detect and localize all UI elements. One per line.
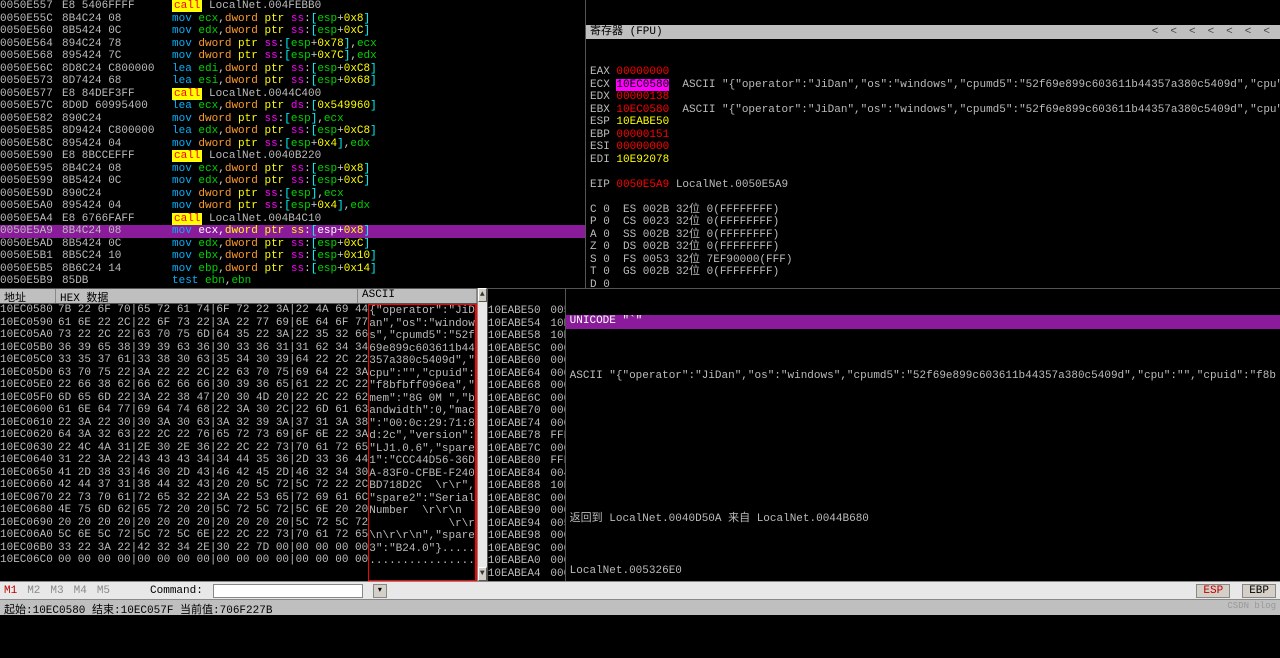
stack-row[interactable]: 10EABE6C 00000000 <box>488 393 565 406</box>
stack-row[interactable]: 10EABE70 00000040 <box>488 405 565 418</box>
chevron-left-icon[interactable]: < <box>1152 26 1159 39</box>
stack-row[interactable]: 10EABE9C 0000020C <box>488 543 565 556</box>
registers-header: 寄存器 (FPU) < < < < < < < <box>586 25 1280 39</box>
disasm-row[interactable]: 0050E56C8D8C24 C800000lea edi,dword ptr … <box>0 63 585 76</box>
stack-row[interactable]: 10EABE64 00000000 <box>488 368 565 381</box>
disasm-info: ss:[10EABE58]=10EC0580, (ASCII "{"operat… <box>0 288 585 289</box>
scroll-up-icon[interactable]: ▲ <box>478 288 487 302</box>
stack-row[interactable]: 10EABEA4 00000000 <box>488 568 565 581</box>
dump-row[interactable]: 10EC05C0 33 35 37 61|33 38 30 63|35 34 3… <box>0 354 368 367</box>
disasm-row[interactable]: 0050E564894C24 78mov dword ptr ss:[esp+0… <box>0 38 585 51</box>
disasm-row[interactable]: 0050E5998B5424 0Cmov edx,dword ptr ss:[e… <box>0 175 585 188</box>
dump-row[interactable]: 10EC0640 31 22 3A 22|43 43 43 34|34 44 3… <box>0 454 368 467</box>
disasm-row[interactable]: 0050E5608B5424 0Cmov edx,dword ptr ss:[e… <box>0 25 585 38</box>
disasm-row[interactable]: 0050E5A4E8 6766FAFFcall LocalNet.004B4C1… <box>0 213 585 226</box>
dump-row[interactable]: 10EC0630 22 4C 4A 31|2E 30 2E 36|22 2C 2… <box>0 442 368 455</box>
disasm-row[interactable]: 0050E557E8 5406FFFFcall LocalNet.004FEBB… <box>0 0 585 13</box>
scrollbar-vertical[interactable]: ▲ ▼ <box>477 288 487 581</box>
stack-row[interactable]: 10EABE58 10EC0580 <box>488 330 565 343</box>
dump-row[interactable]: 10EC0650 41 2D 38 33|46 30 2D 43|46 42 4… <box>0 467 368 480</box>
disasm-row[interactable]: 0050E58C895424 04mov dword ptr ss:[esp+0… <box>0 138 585 151</box>
comments-pane[interactable]: UNICODE "`" ASCII "{"operator":"JiDan","… <box>565 288 1280 581</box>
chevron-left-icon[interactable]: < <box>1263 26 1270 39</box>
stack-row[interactable]: 10EABE8C 00000000 <box>488 493 565 506</box>
disasm-row[interactable]: 0050E5958B4C24 08mov ecx,dword ptr ss:[e… <box>0 163 585 176</box>
stack-row[interactable]: 10EABE90 00000000 <box>488 505 565 518</box>
dump-row[interactable]: 10EC0620 64 3A 32 63|22 2C 22 76|65 72 7… <box>0 429 368 442</box>
esp-button[interactable]: ESP <box>1196 584 1230 598</box>
stack-row[interactable]: 10EABE5C 00000138 <box>488 343 565 356</box>
dump-row[interactable]: 10EC05D0 63 70 75 22|3A 22 22 2C|22 63 7… <box>0 367 368 380</box>
dump-row[interactable]: 10EC0670 22 73 70 61|72 65 32 22|3A 22 5… <box>0 492 368 505</box>
stack-row[interactable]: 10EABEA0 00000008 <box>488 555 565 568</box>
stack-row[interactable]: 10EABE84 0040D50A <box>488 468 565 481</box>
hex-dump-pane[interactable]: 地址 HEX 数据 ASCII 10EC0580 7B 22 6F 70|65 … <box>0 288 477 581</box>
disasm-row[interactable]: 0050E568895424 7Cmov dword ptr ss:[esp+0… <box>0 50 585 63</box>
disassembly-pane[interactable]: 0050E557E8 5406FFFFcall LocalNet.004FEBB… <box>0 0 585 288</box>
chevron-left-icon[interactable]: < <box>1226 26 1233 39</box>
chevron-left-icon[interactable]: < <box>1189 26 1196 39</box>
stack-row[interactable]: 10EABE7C 0000001F <box>488 443 565 456</box>
chevron-left-icon[interactable]: < <box>1208 26 1215 39</box>
dump-row[interactable]: 10EC0660 42 44 37 31|38 44 32 43|20 20 5… <box>0 479 368 492</box>
m3-button[interactable]: M3 <box>50 585 63 597</box>
dump-row[interactable]: 10EC06B0 33 22 3A 22|42 32 34 2E|30 22 7… <box>0 542 368 555</box>
dump-row[interactable]: 10EC06A0 5C 6E 5C 72|5C 72 5C 6E|22 2C 2… <box>0 529 368 542</box>
stack-row[interactable]: 10EABE94 005326E0 <box>488 518 565 531</box>
disasm-row[interactable]: 0050E577E8 84DEF3FFcall LocalNet.0044C40… <box>0 88 585 101</box>
stack-row[interactable]: 10EABE68 00000000 <box>488 380 565 393</box>
command-label: Command: <box>150 585 203 597</box>
stack-row[interactable]: 10EABE80 FFFFFE1 <box>488 455 565 468</box>
comments-header: UNICODE "`" <box>566 315 1280 329</box>
dump-header: 地址 HEX 数据 ASCII <box>0 289 477 304</box>
disasm-row[interactable]: 0050E582890C24mov dword ptr ss:[esp],ecx <box>0 113 585 126</box>
scroll-down-icon[interactable]: ▼ <box>478 567 487 581</box>
chevron-left-icon[interactable]: < <box>1245 26 1252 39</box>
disasm-row[interactable]: 0050E5AD8B5424 0Cmov edx,dword ptr ss:[e… <box>0 238 585 251</box>
ebp-button[interactable]: EBP <box>1242 584 1276 598</box>
dump-row[interactable]: 10EC0600 61 6E 64 77|69 64 74 68|22 3A 3… <box>0 404 368 417</box>
dump-row[interactable]: 10EC05B0 36 39 65 38|39 39 63 36|30 33 3… <box>0 342 368 355</box>
dump-row[interactable]: 10EC06C0 00 00 00 00|00 00 00 00|00 00 0… <box>0 554 368 567</box>
disasm-row[interactable]: 0050E5858D9424 C800000lea edx,dword ptr … <box>0 125 585 138</box>
disasm-row[interactable]: 0050E5738D7424 68lea esi,dword ptr ss:[e… <box>0 75 585 88</box>
command-input[interactable] <box>213 584 363 598</box>
stack-row[interactable]: 10EABE98 00000000 <box>488 530 565 543</box>
stack-row[interactable]: 10EABE54 10EC2420 <box>488 318 565 331</box>
stack-pane[interactable]: 10EABE50 0054996010EABE54 10EC242010EABE… <box>487 288 565 581</box>
disasm-row[interactable]: 0050E5A98B4C24 08mov ecx,dword ptr ss:[e… <box>0 225 585 238</box>
disasm-row[interactable]: 0050E57C8D0D 60995400lea ecx,dword ptr d… <box>0 100 585 113</box>
dump-row[interactable]: 10EC0680 4E 75 6D 62|65 72 20 20|5C 72 5… <box>0 504 368 517</box>
m4-button[interactable]: M4 <box>74 585 87 597</box>
stack-row[interactable]: 10EABE78 FFFFFFFF <box>488 430 565 443</box>
m5-button[interactable]: M5 <box>97 585 110 597</box>
disasm-row[interactable]: 0050E59D890C24mov dword ptr ss:[esp],ecx <box>0 188 585 201</box>
dump-row[interactable]: 10EC0610 22 3A 22 30|30 3A 30 63|3A 32 3… <box>0 417 368 430</box>
disasm-row[interactable]: 0050E5B985DBtest ebn,ebn <box>0 275 585 288</box>
m2-button[interactable]: M2 <box>27 585 40 597</box>
disasm-row[interactable]: 0050E5A0895424 04mov dword ptr ss:[esp+0… <box>0 200 585 213</box>
dump-row[interactable]: 10EC0580 7B 22 6F 70|65 72 61 74|6F 72 2… <box>0 304 368 317</box>
disasm-row[interactable]: 0050E5B58B6C24 14mov ebp,dword ptr ss:[e… <box>0 263 585 276</box>
ascii-column: {"operator":"JiDan","os":"windows","cpum… <box>368 304 477 581</box>
dropdown-icon[interactable]: ▾ <box>373 584 387 598</box>
dump-row[interactable]: 10EC05A0 73 22 2C 22|63 70 75 6D|64 35 2… <box>0 329 368 342</box>
stack-row[interactable]: 10EABE88 10E84200 <box>488 480 565 493</box>
stack-row[interactable]: 10EABE50 00549960 <box>488 305 565 318</box>
chevron-left-icon[interactable]: < <box>1170 26 1177 39</box>
dump-row[interactable]: 10EC0690 20 20 20 20|20 20 20 20|20 20 2… <box>0 517 368 530</box>
registers-pane[interactable]: 寄存器 (FPU) < < < < < < < EAX 00000000ECX … <box>585 0 1280 288</box>
dump-row[interactable]: 10EC05F0 6D 65 6D 22|3A 22 38 47|20 30 4… <box>0 392 368 405</box>
dump-row[interactable]: 10EC05E0 22 66 38 62|66 62 66 66|30 39 3… <box>0 379 368 392</box>
disasm-row[interactable]: 0050E55C8B4C24 08mov ecx,dword ptr ss:[e… <box>0 13 585 26</box>
m1-button[interactable]: M1 <box>4 585 17 597</box>
disasm-row[interactable]: 0050E5B18B5C24 10mov ebx,dword ptr ss:[e… <box>0 250 585 263</box>
dump-row[interactable]: 10EC0590 61 6E 22 2C|22 6F 73 22|3A 22 7… <box>0 317 368 330</box>
stack-row[interactable]: 10EABE60 00000151 <box>488 355 565 368</box>
disasm-row[interactable]: 0050E590E8 8BCCEFFFcall LocalNet.0040B22… <box>0 150 585 163</box>
stack-row[interactable]: 10EABE74 00000041 <box>488 418 565 431</box>
